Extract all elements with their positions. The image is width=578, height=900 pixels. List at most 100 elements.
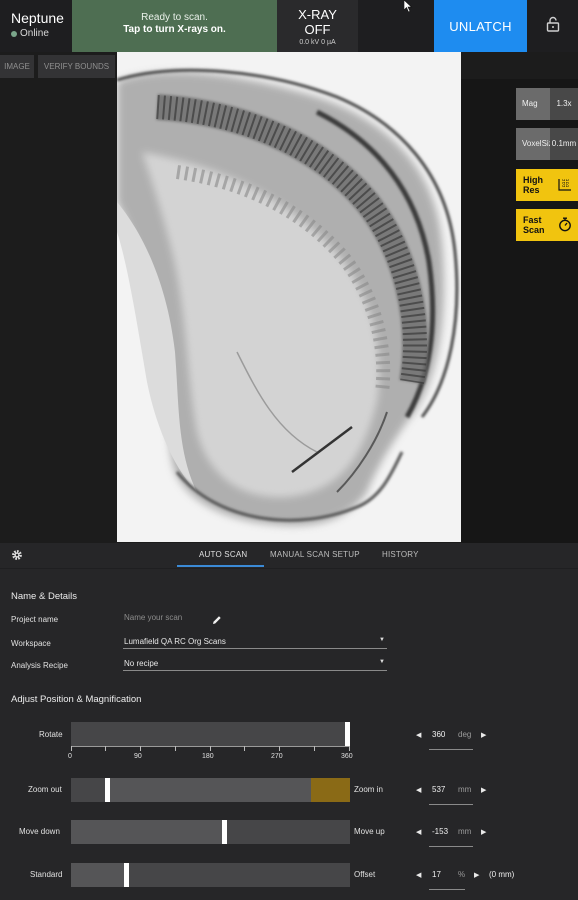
zoom-decrease-button[interactable]: ◀	[416, 786, 421, 794]
rotate-tick	[71, 746, 72, 751]
zoom-slider-max-zone	[311, 778, 350, 802]
mouse-cursor-icon	[403, 0, 413, 15]
chevron-down-icon: ▼	[379, 637, 385, 643]
offset-increase-button[interactable]: ▶	[474, 871, 479, 879]
offset-value-underline	[429, 889, 465, 890]
zoom-value[interactable]: 537	[432, 785, 445, 794]
online-label: Online	[20, 28, 49, 39]
rotate-decrease-button[interactable]: ◀	[416, 731, 421, 739]
rotate-tick	[105, 746, 106, 751]
scan-ready-line2: Tap to turn X-rays on.	[123, 24, 226, 35]
rotate-tick-label: 90	[134, 753, 142, 760]
stopwatch-icon	[558, 217, 572, 234]
scan-ready-banner[interactable]: Ready to scan. Tap to turn X-rays on.	[72, 0, 277, 52]
offset-decrease-button[interactable]: ◀	[416, 871, 421, 879]
xray-readout: 0.0 kV 0 µA	[299, 39, 336, 46]
unlock-icon	[546, 16, 560, 37]
offset-slider-handle[interactable]	[124, 863, 129, 887]
device-name: Neptune	[11, 10, 64, 26]
voxel-label: Voxel Size	[516, 128, 557, 160]
offset-slider[interactable]	[71, 863, 350, 887]
voxel-label-line1: Voxel	[522, 139, 542, 148]
rotate-tick	[140, 746, 141, 751]
rotate-label: Rotate	[39, 730, 63, 739]
grid-ruler-icon	[558, 178, 572, 193]
rotate-tick-label: 0	[68, 753, 72, 760]
offset-unit: %	[458, 870, 466, 879]
move-slider-upper	[222, 820, 350, 844]
project-name-input[interactable]: Name your scan	[124, 613, 182, 622]
rotate-tick	[244, 746, 245, 751]
verify-bounds-button[interactable]: VERIFY BOUNDS	[38, 55, 115, 78]
rotate-slider-handle[interactable]	[345, 722, 350, 746]
high-res-label-line1: High	[523, 175, 543, 185]
magnification-control[interactable]: Mag 1.3x	[516, 88, 578, 120]
zoom-increase-button[interactable]: ▶	[481, 786, 486, 794]
rotate-unit: deg	[458, 730, 472, 739]
rotate-slider[interactable]	[71, 722, 350, 746]
lock-button[interactable]	[527, 0, 578, 52]
adjust-position-heading: Adjust Position & Magnification	[11, 694, 142, 705]
offset-value[interactable]: 17	[432, 870, 441, 879]
analysis-recipe-select[interactable]: No recipe ▼	[123, 659, 387, 671]
tab-manual-scan-setup[interactable]: MANUAL SCAN SETUP	[270, 550, 360, 559]
online-dot-icon	[11, 30, 17, 37]
device-status: Neptune Online	[0, 0, 72, 52]
move-slider-handle[interactable]	[222, 820, 227, 844]
high-res-label: High Res	[523, 175, 543, 195]
scan-viewer: IMAGE VERIFY BOUNDS Mag 1.3x Voxel 0.1 m…	[0, 52, 578, 543]
rotate-tick-label: 270	[271, 753, 283, 760]
xray-label: X-RAY	[298, 7, 337, 22]
move-decrease-button[interactable]: ◀	[416, 828, 421, 836]
workspace-value: Lumafield QA RC Org Scans	[124, 637, 226, 646]
rotate-tick-label: 180	[202, 753, 214, 760]
tab-history[interactable]: HISTORY	[382, 550, 419, 559]
rotate-value-underline	[429, 749, 473, 750]
top-bar: Neptune Online Ready to scan. Tap to tur…	[0, 0, 578, 52]
analysis-recipe-label: Analysis Recipe	[11, 661, 68, 670]
project-name-label: Project name	[11, 615, 59, 624]
xray-toggle-button[interactable]: X-RAY OFF 0.0 kV 0 µA	[277, 0, 358, 52]
move-increase-button[interactable]: ▶	[481, 828, 486, 836]
zoom-value-underline	[429, 804, 473, 805]
rotate-tick-label: 360	[341, 753, 353, 760]
offset-label: Offset	[354, 870, 376, 879]
move-value[interactable]: -153	[432, 827, 448, 836]
rotate-tick	[279, 746, 280, 751]
zoom-unit: mm	[458, 785, 472, 794]
scan-setup-panel: AUTO SCAN MANUAL SCAN SETUP HISTORY Name…	[0, 543, 578, 900]
voxel-size-control[interactable]: Voxel Size 0.1 mm	[516, 128, 578, 160]
fast-scan-mode-button[interactable]: Fast Scan	[516, 209, 578, 241]
zoom-slider-handle[interactable]	[105, 778, 110, 802]
move-slider[interactable]	[71, 820, 350, 844]
rotate-value[interactable]: 360	[432, 730, 445, 739]
zoom-out-label: Zoom out	[28, 785, 62, 794]
voxel-value-line1: 0.1	[551, 139, 563, 148]
mag-value: 1.3x	[550, 88, 578, 120]
scan-ready-line1: Ready to scan.	[141, 12, 208, 23]
standard-label: Standard	[30, 870, 63, 879]
rotate-tick	[314, 746, 315, 751]
offset-slider-upper	[124, 863, 350, 887]
mag-label: Mag	[516, 88, 550, 120]
active-tab-indicator	[177, 565, 264, 567]
high-res-mode-button[interactable]: High Res	[516, 169, 578, 201]
edit-name-button[interactable]	[212, 612, 222, 630]
voxel-value-line2: mm	[562, 139, 577, 148]
move-value-underline	[429, 846, 473, 847]
gear-icon	[11, 548, 23, 565]
image-button[interactable]: IMAGE	[0, 55, 34, 78]
tab-auto-scan[interactable]: AUTO SCAN	[199, 550, 247, 559]
zoom-slider[interactable]	[71, 778, 350, 802]
workspace-select[interactable]: Lumafield QA RC Org Scans ▼	[123, 637, 387, 649]
pencil-icon	[212, 612, 222, 629]
zoom-in-label: Zoom in	[354, 785, 383, 794]
voxel-value: 0.1 mm	[550, 128, 578, 160]
rotate-increase-button[interactable]: ▶	[481, 731, 486, 739]
unlatch-button[interactable]: UNLATCH	[434, 0, 527, 52]
move-up-label: Move up	[354, 827, 385, 836]
settings-button[interactable]	[11, 548, 23, 566]
zoom-slider-unused	[71, 778, 105, 802]
xray-preview-image	[117, 52, 461, 542]
fast-scan-label: Fast Scan	[523, 215, 545, 235]
